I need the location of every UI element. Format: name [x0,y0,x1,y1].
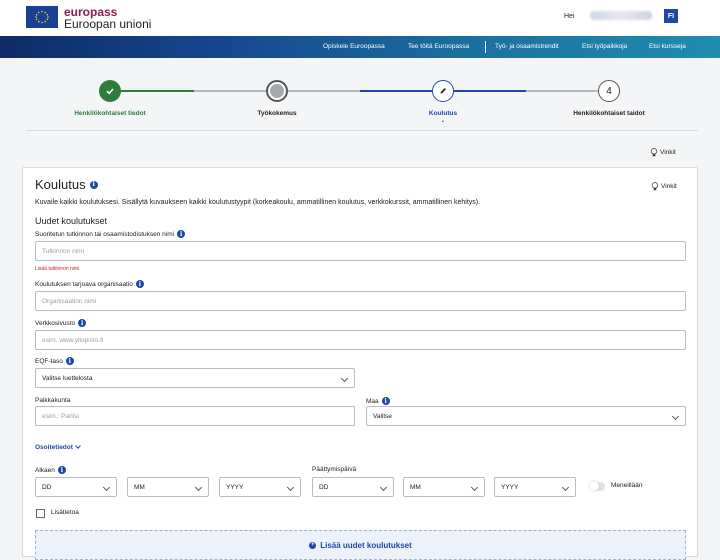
end-day-select[interactable]: DD [312,477,394,497]
address-details-toggle[interactable]: Osoitetiedot [35,443,81,451]
city-label-text: Paikkakunta [35,397,71,404]
info-icon[interactable]: i [78,319,87,327]
section-title-text: Koulutus [35,177,86,192]
tips-label: Vinkit [660,149,676,156]
tips-link-panel[interactable]: Vinkit [651,182,677,191]
website-label-text: Verkkosivusto [35,319,76,327]
nav-find-jobs[interactable]: Etsi työpaikkoja [582,43,627,50]
brand-subtitle: Euroopan unioni [64,17,152,31]
info-icon[interactable]: i [65,357,74,365]
add-education-button[interactable]: + Lisää uudet koulutukset [35,530,686,560]
organisation-input[interactable]: Organisaation nimi [35,291,686,311]
eqf-level-label: EQF-taso i [35,357,74,365]
info-icon[interactable]: i [177,230,186,238]
checkmark-icon [106,88,114,95]
section-title: Koulutus i [35,177,98,192]
info-icon[interactable]: i [135,280,144,288]
info-icon[interactable]: i [89,180,98,189]
main-navigation: Opiskele Euroopassa Tee töitä Euroopassa… [0,36,720,58]
greeting-text: Hei [564,13,575,20]
step-connector-3a [360,90,432,92]
start-year-select[interactable]: YYYY [219,477,301,497]
add-education-label: Lisää uudet koulutukset [320,540,412,550]
section-description: Kuvaile kaikki koulutuksesi. Sisällytä k… [35,199,481,206]
city-label: Paikkakunta [35,397,70,404]
start-date-label-text: Alkaen [35,466,55,474]
extra-info-checkbox[interactable] [36,509,45,518]
lightbulb-icon [651,182,659,191]
step-connector-2b [288,90,360,92]
current-step-marker: • [442,119,444,125]
eqf-label-text: EQF-taso [35,357,63,365]
progress-stepper: 4 Henkilökohtaiset tiedot Työkokemus Kou… [0,58,720,142]
degree-label: Suoritetun tutkinnon tai osaamistodistuk… [35,230,186,238]
section-subtitle: Uudet koulutukset [35,216,108,226]
tips-label: Vinkit [661,183,677,190]
step-1-label[interactable]: Henkilökohtaiset tiedot [74,110,146,117]
info-icon[interactable]: i [57,466,66,474]
ongoing-label: Meneillään [611,482,643,489]
step-4-label[interactable]: Henkilökohtaiset taidot [573,110,645,117]
step-3-label[interactable]: Koulutus [429,110,457,117]
step-2-label[interactable]: Työkokemus [257,110,296,117]
lightbulb-icon [650,148,658,157]
city-input[interactable]: esim.: Pariisi [35,406,355,426]
info-icon[interactable]: i [381,397,390,405]
eqf-level-value: Valitse luettelosta [42,374,93,382]
step-4-upcoming[interactable]: 4 [598,80,620,102]
eu-stars-icon [35,10,49,24]
ongoing-toggle[interactable] [589,481,605,491]
organisation-label-text: Koulutuksen tarjoava organisaatio [35,280,133,288]
step-1-completed[interactable] [99,80,121,102]
country-label-text: Maa [366,397,379,405]
nav-study-in-europe[interactable]: Opiskele Euroopassa [323,43,385,50]
country-select[interactable]: Valitse [366,406,686,426]
eqf-level-select[interactable]: Valitse luettelosta [35,368,355,388]
skipped-dot-icon [270,84,284,98]
nav-find-courses[interactable]: Etsi kursseja [649,43,686,50]
degree-name-input[interactable]: Tutkinnon nimi [35,241,686,261]
website-input[interactable]: esim. www.yliopisto.fi [35,330,686,350]
step-connector-1 [121,90,194,92]
top-header: europass Euroopan unioni Hei FI [0,0,720,36]
website-label: Verkkosivusto i [35,319,87,327]
nav-work-in-europe[interactable]: Tee töitä Euroopassa [408,43,469,50]
nav-skills-trends[interactable]: Työ- ja osaamistrendit [495,43,559,50]
extra-info-label[interactable]: Lisätietoa [51,509,79,516]
step-3-current[interactable] [432,80,454,102]
end-month-select[interactable]: MM [403,477,485,497]
end-year-select[interactable]: YYYY [494,477,576,497]
user-name-redacted[interactable] [590,11,652,20]
start-month-select[interactable]: MM [127,477,209,497]
address-toggle-label: Osoitetiedot [35,444,73,451]
step-2-skipped[interactable] [266,80,288,102]
step-connector-3b [454,90,526,92]
organisation-label: Koulutuksen tarjoava organisaatio i [35,280,144,288]
end-date-label-text: Päättymispäivä [312,466,357,473]
step-connector-2a [194,90,266,92]
plus-circle-icon: + [309,541,317,549]
country-label: Maa i [366,397,390,405]
degree-error-message: Lisää tutkinnon nimi. [35,266,81,272]
step-connector-4 [526,90,598,92]
nav-divider [485,41,486,53]
country-value: Valitse [373,412,393,420]
eu-flag-logo[interactable] [26,6,58,28]
language-button[interactable]: FI [664,9,678,23]
stepper-divider [26,130,698,131]
degree-label-text: Suoritetun tutkinnon tai osaamistodistuk… [35,230,175,238]
pencil-icon [440,88,446,94]
tips-link-top[interactable]: Vinkit [650,148,676,157]
start-day-select[interactable]: DD [35,477,117,497]
end-date-label: Päättymispäivä [312,466,356,473]
start-date-label: Alkaen i [35,466,66,474]
education-form-panel: Koulutus i Vinkit Kuvaile kaikki koulutu… [22,167,698,560]
chevron-down-icon [75,443,81,449]
